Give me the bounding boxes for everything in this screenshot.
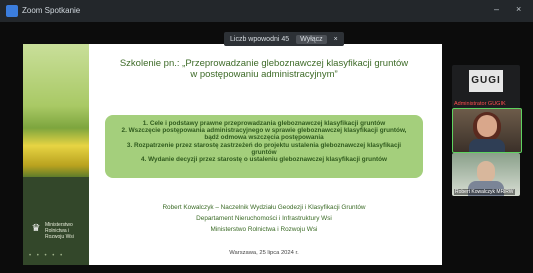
- gugik-logo: GUGI: [469, 70, 503, 92]
- slide-authors: Robert Kowalczyk – Naczelnik Wydziału Ge…: [105, 202, 423, 235]
- agenda-item: 1. Cele i podstawy prawne przeprowadzani…: [142, 120, 386, 127]
- minimize-button[interactable]: –: [494, 4, 499, 14]
- slide-ministry: Ministerstwo Rolnictwa i Rozwoju Wsi: [210, 226, 318, 233]
- shared-slide: ♛ Ministerstwo Rolnictwa i Rozwoju Wsi •…: [23, 44, 442, 265]
- slide-ministry-logo-text: Ministerstwo Rolnictwa i Rozwoju Wsi: [45, 222, 74, 240]
- window-titlebar: Zoom Spotkanie – ×: [0, 0, 533, 22]
- slide-department: Departament Nieruchomości i Infrastruktu…: [196, 215, 332, 222]
- share-status-text: Liczb wpowodni 45: [230, 35, 290, 43]
- slide-title: Szkolenie pn.: „Przeprowadzanie glebozna…: [115, 58, 413, 80]
- slide-author: Robert Kowalczyk – Naczelnik Wydziału Ge…: [162, 204, 366, 211]
- agenda-item: 3. Rozpatrzenie przez starostę zastrzeże…: [126, 141, 402, 156]
- participant-tile-presenter[interactable]: Robert Kowalczyk MRiRW: [452, 153, 520, 196]
- slide-dots-decoration: • • • • •: [29, 253, 65, 259]
- participant-face: [477, 115, 497, 137]
- screen-share-toolbar: Liczb wpowodni 45 Wyłącz ×: [224, 32, 344, 46]
- slide-date: Warszawa, 25 lipca 2024 r.: [229, 250, 299, 256]
- close-share-bar-button[interactable]: ×: [334, 36, 338, 43]
- window-title: Zoom Spotkanie: [22, 6, 81, 15]
- zoom-app-icon: [6, 5, 18, 17]
- participant-face: [477, 161, 495, 183]
- agenda-list: 1. Cele i podstawy prawne przeprowadzani…: [105, 115, 423, 163]
- slide-title-line2: w postępowaniu administracyjnym”: [190, 69, 338, 80]
- slide-title-line1: Szkolenie pn.: „Przeprowadzanie glebozna…: [119, 58, 409, 69]
- close-window-button[interactable]: ×: [516, 4, 521, 14]
- participant-tile-gugik[interactable]: GUGI Administrator GUGIK: [452, 65, 520, 108]
- stop-share-button[interactable]: Wyłącz: [296, 34, 327, 44]
- agenda-box: 1. Cele i podstawy prawne przeprowadzani…: [105, 115, 423, 178]
- agenda-item: 2. Wszczęcie postępowania administracyjn…: [121, 127, 407, 142]
- participant-body: [469, 139, 505, 152]
- agenda-item: 4. Wydanie decyzji przez starostę o usta…: [141, 156, 387, 164]
- eagle-emblem-icon: ♛: [31, 223, 41, 234]
- participant-name: Administrator GUGIK: [454, 101, 506, 107]
- slide-sidebar-strip: [23, 177, 89, 265]
- participant-name: Robert Kowalczyk MRiRW: [454, 189, 515, 195]
- participant-tile-active-speaker[interactable]: [452, 108, 522, 153]
